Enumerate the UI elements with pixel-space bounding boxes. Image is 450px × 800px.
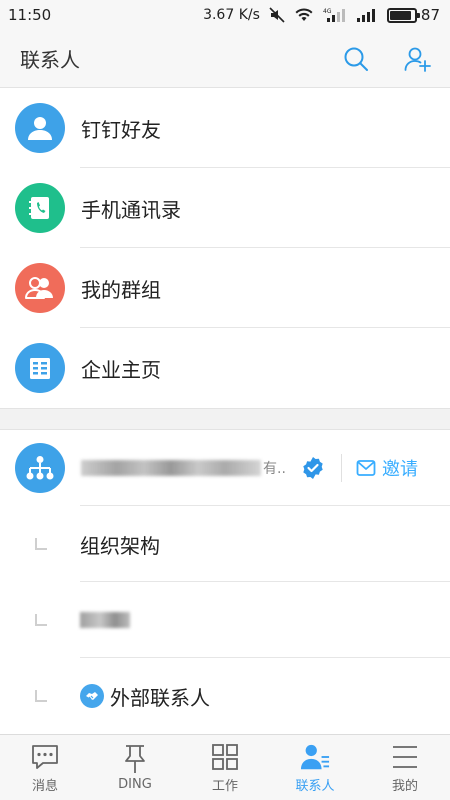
pin-icon xyxy=(120,744,150,774)
wifi-icon xyxy=(294,7,314,23)
page-title: 联系人 xyxy=(20,48,80,72)
signal-4g-icon: 4G xyxy=(323,7,347,23)
battery-percent: 87 xyxy=(420,6,440,24)
sub-item-label: 组织架构 xyxy=(80,533,160,558)
tab-label: DING xyxy=(118,776,152,792)
sub-item-org-structure[interactable]: 组织架构 xyxy=(0,506,450,582)
app-header: 联系人 xyxy=(0,30,450,88)
battery-level xyxy=(389,10,411,20)
search-button[interactable] xyxy=(342,45,370,73)
tree-branch-icon xyxy=(35,614,47,626)
contacts-icon xyxy=(300,742,330,772)
tab-messages[interactable]: 消息 xyxy=(0,735,90,800)
sub-item-label-wrap: 外部联系人 xyxy=(80,682,210,711)
redacted-org-name xyxy=(81,460,261,476)
sub-item-label xyxy=(80,612,130,628)
sub-item-label: 外部联系人 xyxy=(110,685,210,710)
org-name-ellipsis: 有.. xyxy=(263,461,286,477)
network-speed: 3.67 K/s xyxy=(203,7,260,23)
header-actions xyxy=(342,45,432,73)
section-divider xyxy=(0,408,450,430)
invite-label: 邀请 xyxy=(382,459,418,480)
menu-item-label: 手机通讯录 xyxy=(81,197,181,222)
status-time: 11:50 xyxy=(8,6,52,24)
status-bar: 11:50 3.67 K/s 4G 87 xyxy=(0,0,450,30)
verified-icon xyxy=(301,456,325,480)
person-icon xyxy=(15,103,65,153)
menu-icon xyxy=(390,742,420,772)
add-contact-button[interactable] xyxy=(404,45,432,73)
chat-bubble-icon xyxy=(30,742,60,772)
search-icon xyxy=(344,47,368,71)
tree-branch-icon xyxy=(35,690,47,702)
battery-indicator: 87 xyxy=(386,6,440,24)
organization-name: 有.. xyxy=(81,455,287,481)
org-chart-icon xyxy=(15,443,65,493)
envelope-icon xyxy=(356,460,376,476)
building-icon xyxy=(15,343,65,393)
group-icon xyxy=(15,263,65,313)
organization-row[interactable]: 有.. 邀请 xyxy=(0,430,450,506)
tree-branch-icon xyxy=(35,538,47,550)
sub-item-external-contacts[interactable]: 外部联系人 xyxy=(0,658,450,734)
redacted-department-name xyxy=(80,612,130,628)
menu-item-phone-contacts[interactable]: 手机通讯录 xyxy=(0,168,450,248)
menu-item-groups[interactable]: 我的群组 xyxy=(0,248,450,328)
divider xyxy=(341,454,342,482)
status-indicators: 3.67 K/s 4G 87 xyxy=(203,6,440,24)
menu-item-friends[interactable]: 钉钉好友 xyxy=(0,88,450,168)
tab-ding[interactable]: DING xyxy=(90,735,180,800)
signal-icon xyxy=(356,7,378,23)
tab-label: 我的 xyxy=(391,778,418,794)
add-contact-icon xyxy=(404,47,431,72)
phone-book-icon xyxy=(15,183,65,233)
menu-item-label: 企业主页 xyxy=(81,357,161,382)
menu-item-enterprise-home[interactable]: 企业主页 xyxy=(0,328,450,408)
bottom-nav: 消息 DING 工作 联系人 我的 xyxy=(0,734,450,800)
tab-label: 消息 xyxy=(31,778,58,794)
tab-label: 工作 xyxy=(211,778,238,794)
mute-icon xyxy=(269,7,285,23)
handshake-icon xyxy=(80,684,104,708)
grid-icon xyxy=(210,742,240,772)
menu-item-label: 我的群组 xyxy=(81,277,161,302)
tab-label: 联系人 xyxy=(295,778,335,794)
invite-button[interactable]: 邀请 xyxy=(356,455,418,481)
contacts-menu: 钉钉好友 手机通讯录 我的群组 企业主页 xyxy=(0,88,450,408)
menu-item-label: 钉钉好友 xyxy=(81,117,161,142)
tab-me[interactable]: 我的 xyxy=(360,735,450,800)
sub-item-department[interactable] xyxy=(0,582,450,658)
tab-work[interactable]: 工作 xyxy=(180,735,270,800)
tab-contacts[interactable]: 联系人 xyxy=(270,735,360,800)
svg-text:4G: 4G xyxy=(323,8,332,15)
battery-icon xyxy=(386,7,420,23)
